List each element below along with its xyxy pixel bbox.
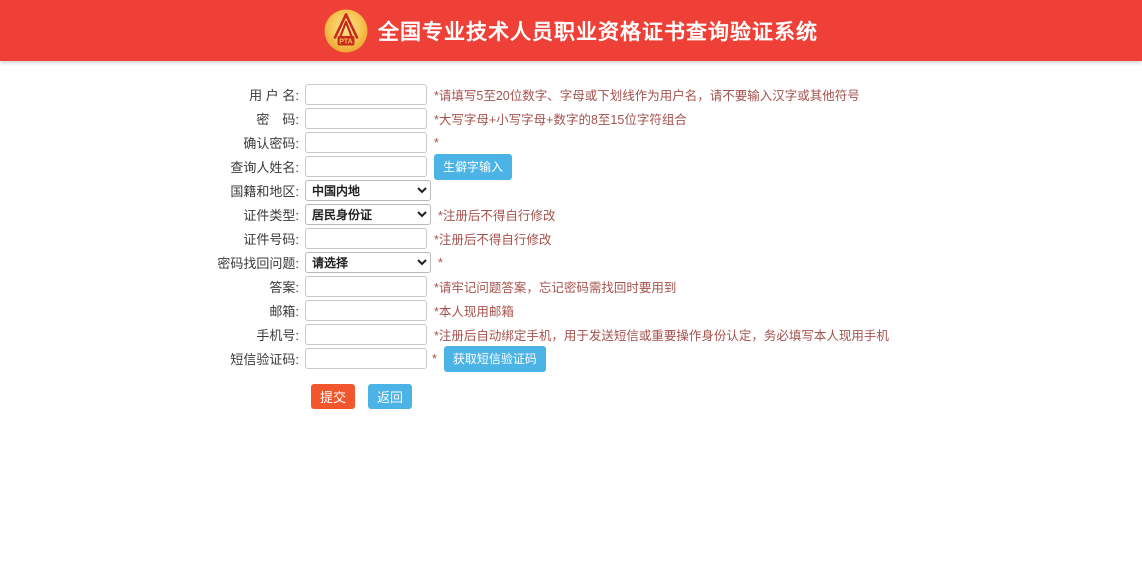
answer-label: 答案: bbox=[0, 277, 305, 296]
password-label: 密 码: bbox=[0, 109, 305, 128]
id-number-input[interactable] bbox=[305, 228, 427, 249]
sms-code-input[interactable] bbox=[305, 348, 427, 369]
confirm-password-input[interactable] bbox=[305, 132, 427, 153]
username-hint: *请填写5至20位数字、字母或下划线作为用户名，请不要输入汉字或其他符号 bbox=[434, 85, 860, 104]
form-row-username: 用 户 名: *请填写5至20位数字、字母或下划线作为用户名，请不要输入汉字或其… bbox=[0, 84, 1142, 105]
nationality-label: 国籍和地区: bbox=[0, 181, 305, 200]
id-type-hint: *注册后不得自行修改 bbox=[438, 205, 555, 224]
password-hint: *大写字母+小写字母+数字的8至15位字符组合 bbox=[434, 109, 687, 128]
confirm-password-hint: * bbox=[434, 136, 439, 150]
query-name-input[interactable] bbox=[305, 156, 427, 177]
recovery-question-hint: * bbox=[438, 256, 443, 270]
confirm-password-label: 确认密码: bbox=[0, 133, 305, 152]
id-number-label: 证件号码: bbox=[0, 229, 305, 248]
get-sms-code-button[interactable]: 获取短信验证码 bbox=[444, 346, 546, 372]
mobile-label: 手机号: bbox=[0, 325, 305, 344]
id-type-select[interactable]: 居民身份证 bbox=[305, 204, 431, 225]
form-row-email: 邮箱: *本人现用邮箱 bbox=[0, 300, 1142, 321]
form-row-query-name: 查询人姓名: 生僻字输入 bbox=[0, 156, 1142, 177]
mobile-input[interactable] bbox=[305, 324, 427, 345]
id-number-hint: *注册后不得自行修改 bbox=[434, 229, 551, 248]
username-input[interactable] bbox=[305, 84, 427, 105]
submit-button[interactable]: 提交 bbox=[311, 384, 355, 409]
username-label: 用 户 名: bbox=[0, 85, 305, 104]
email-hint: *本人现用邮箱 bbox=[434, 301, 514, 320]
email-label: 邮箱: bbox=[0, 301, 305, 320]
form-row-password: 密 码: *大写字母+小写字母+数字的8至15位字符组合 bbox=[0, 108, 1142, 129]
nationality-select[interactable]: 中国内地 bbox=[305, 180, 431, 201]
rare-character-input-button[interactable]: 生僻字输入 bbox=[434, 154, 512, 180]
form-row-answer: 答案: *请牢记问题答案，忘记密码需找回时要用到 bbox=[0, 276, 1142, 297]
form-row-id-number: 证件号码: *注册后不得自行修改 bbox=[0, 228, 1142, 249]
page-header: PTA 全国专业技术人员职业资格证书查询验证系统 bbox=[0, 0, 1142, 61]
form-row-nationality: 国籍和地区: 中国内地 bbox=[0, 180, 1142, 201]
id-type-label: 证件类型: bbox=[0, 205, 305, 224]
answer-input[interactable] bbox=[305, 276, 427, 297]
password-input[interactable] bbox=[305, 108, 427, 129]
query-name-label: 查询人姓名: bbox=[0, 157, 305, 176]
form-row-confirm-password: 确认密码: * bbox=[0, 132, 1142, 153]
form-row-recovery-question: 密码找回问题: 请选择 * bbox=[0, 252, 1142, 273]
form-row-mobile: 手机号: *注册后自动绑定手机，用于发送短信或重要操作身份认定，务必填写本人现用… bbox=[0, 324, 1142, 345]
back-button[interactable]: 返回 bbox=[368, 384, 412, 409]
pta-logo-icon: PTA bbox=[324, 9, 368, 53]
sms-code-required-star: * bbox=[432, 352, 437, 366]
form-actions: 提交 返回 bbox=[311, 384, 1142, 409]
registration-form: 用 户 名: *请填写5至20位数字、字母或下划线作为用户名，请不要输入汉字或其… bbox=[0, 61, 1142, 409]
email-input[interactable] bbox=[305, 300, 427, 321]
recovery-question-label: 密码找回问题: bbox=[0, 253, 305, 272]
mobile-hint: *注册后自动绑定手机，用于发送短信或重要操作身份认定，务必填写本人现用手机 bbox=[434, 325, 889, 344]
answer-hint: *请牢记问题答案，忘记密码需找回时要用到 bbox=[434, 277, 676, 296]
sms-code-label: 短信验证码: bbox=[0, 349, 305, 368]
form-row-sms-code: 短信验证码: * 获取短信验证码 bbox=[0, 348, 1142, 369]
form-row-id-type: 证件类型: 居民身份证 *注册后不得自行修改 bbox=[0, 204, 1142, 225]
page-title: 全国专业技术人员职业资格证书查询验证系统 bbox=[378, 16, 818, 46]
logo-text: PTA bbox=[339, 38, 352, 45]
recovery-question-select[interactable]: 请选择 bbox=[305, 252, 431, 273]
